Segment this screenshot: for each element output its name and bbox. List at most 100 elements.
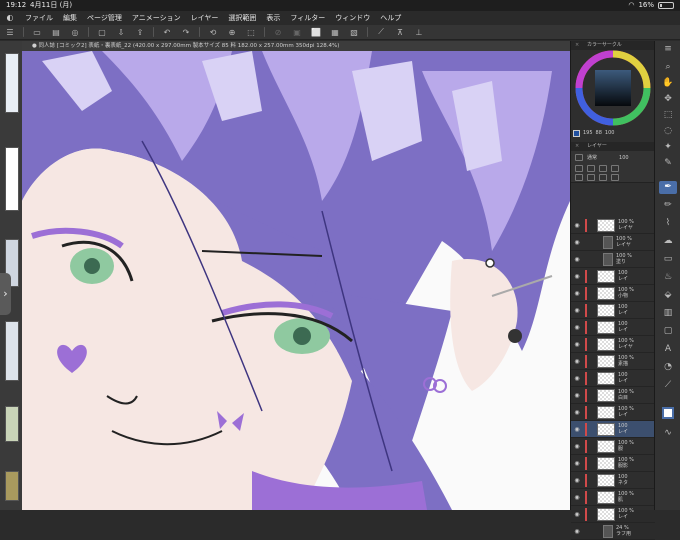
menu-view[interactable]: 表示: [261, 11, 285, 25]
clear-icon[interactable]: ⊘: [272, 27, 284, 38]
layer-folder[interactable]: ◉ 100 % レイヤ: [571, 234, 655, 251]
rotate-icon[interactable]: ⟲: [207, 27, 219, 38]
main-color-swatch[interactable]: [573, 129, 580, 137]
upload-icon[interactable]: ⇪: [134, 27, 146, 38]
layer-folder[interactable]: ◉ 24 % ラフ用: [571, 523, 655, 540]
page-thumbnail[interactable]: [5, 406, 19, 442]
menu-filter[interactable]: フィルター: [285, 11, 330, 25]
layer-row[interactable]: ◉ 100 % レイヤ: [571, 336, 655, 353]
layer-row[interactable]: ◉ 100 % 肌: [571, 489, 655, 506]
eye-icon[interactable]: ◉: [571, 494, 583, 501]
new-file-icon[interactable]: ▭: [31, 27, 43, 38]
eye-icon[interactable]: ◉: [571, 375, 583, 382]
layer-row[interactable]: ◉ 100 % 服影: [571, 455, 655, 472]
airbrush-icon[interactable]: ☁: [659, 235, 677, 248]
settings-icon[interactable]: ◎: [69, 27, 81, 38]
eye-icon[interactable]: ◉: [571, 443, 583, 450]
blend-mode-select[interactable]: 通常: [587, 154, 597, 161]
lock-icon[interactable]: [575, 165, 583, 172]
layer-row[interactable]: ◉ 100 % レイヤ: [571, 217, 655, 234]
eraser-icon[interactable]: ▭: [659, 253, 677, 266]
eye-icon[interactable]: ◉: [571, 307, 583, 314]
close-icon[interactable]: ×: [575, 41, 579, 50]
redo-icon[interactable]: ↷: [180, 27, 192, 38]
menu-window[interactable]: ウィンドウ: [330, 11, 375, 25]
document-tab[interactable]: ● 同人誌 [コミック2] 表紙・裏表紙_22 (420.00 x 297.00…: [22, 41, 570, 51]
open-file-icon[interactable]: ▤: [50, 27, 62, 38]
balloon-icon[interactable]: ◔: [659, 361, 677, 374]
line-correct-icon[interactable]: ⟋: [659, 379, 677, 392]
new-layer-icon[interactable]: [575, 174, 583, 181]
page-thumbnail[interactable]: [5, 53, 19, 113]
eye-icon[interactable]: ◉: [571, 358, 583, 365]
zoom-icon[interactable]: ⌕: [659, 61, 677, 74]
eye-icon[interactable]: ◉: [571, 392, 583, 399]
lasso-icon[interactable]: ◌: [659, 125, 677, 138]
eye-icon[interactable]: ◉: [571, 222, 583, 229]
grid-snap-icon[interactable]: ⊥: [413, 27, 425, 38]
export-icon[interactable]: ⇩: [115, 27, 127, 38]
eye-icon[interactable]: ◉: [571, 273, 583, 280]
fill-bucket-icon[interactable]: ⬙: [659, 289, 677, 302]
eye-icon[interactable]: ◉: [571, 290, 583, 297]
magic-wand-icon[interactable]: ✦: [659, 141, 677, 154]
page-thumbnail[interactable]: [5, 471, 19, 501]
menu-help[interactable]: ヘルプ: [375, 11, 406, 25]
layer-row[interactable]: ◉ 100 レイ: [571, 421, 655, 438]
strip-toggle-icon[interactable]: ›: [0, 273, 11, 315]
special-ruler-icon[interactable]: ⊼: [394, 27, 406, 38]
eye-icon[interactable]: ◉: [571, 528, 583, 535]
menu-page[interactable]: ページ管理: [82, 11, 127, 25]
gradient-icon[interactable]: ▥: [659, 307, 677, 320]
eye-icon[interactable]: ◉: [571, 324, 583, 331]
select-icon[interactable]: ⬚: [659, 109, 677, 122]
color-wheel[interactable]: [571, 50, 655, 128]
blend-icon[interactable]: ♨: [659, 271, 677, 284]
figure-icon[interactable]: ▢: [659, 325, 677, 338]
page-thumbnail[interactable]: [5, 147, 19, 211]
layer-property-icon[interactable]: [575, 154, 583, 161]
reference-icon[interactable]: [599, 165, 607, 172]
eye-icon[interactable]: ◉: [571, 477, 583, 484]
brush-icon[interactable]: ⌇: [659, 217, 677, 230]
eye-icon[interactable]: ◉: [571, 239, 583, 246]
panel-menu-icon[interactable]: ≡: [659, 43, 677, 56]
move-icon[interactable]: ✥: [659, 93, 677, 106]
drawing-canvas[interactable]: [22, 51, 570, 510]
eye-icon[interactable]: ◉: [571, 426, 583, 433]
menu-file[interactable]: ファイル: [20, 11, 58, 25]
menu-edit[interactable]: 編集: [58, 11, 82, 25]
fit-icon[interactable]: ⊕: [226, 27, 238, 38]
eye-icon[interactable]: ◉: [571, 256, 583, 263]
undo-icon[interactable]: ↶: [161, 27, 173, 38]
invert-selection-icon[interactable]: ▧: [348, 27, 360, 38]
ruler-snap-icon[interactable]: ⟋: [375, 27, 387, 38]
layer-row[interactable]: ◉ 100 % 白目: [571, 387, 655, 404]
layer-row[interactable]: ◉ 100 レイ: [571, 370, 655, 387]
layer-row[interactable]: ◉ 100 % レイ: [571, 506, 655, 523]
eye-icon[interactable]: ◉: [571, 409, 583, 416]
mask-icon[interactable]: [611, 165, 619, 172]
wave-icon[interactable]: ∿: [659, 427, 677, 440]
app-logo-icon[interactable]: ◐: [0, 11, 20, 25]
pencil-icon[interactable]: ✏: [659, 199, 677, 212]
layer-row[interactable]: ◉ 100 レイ: [571, 302, 655, 319]
layer-row[interactable]: ◉ 100 レイ: [571, 319, 655, 336]
clip-icon[interactable]: [587, 165, 595, 172]
deselect-icon[interactable]: ▦: [329, 27, 341, 38]
close-icon[interactable]: ×: [575, 142, 579, 151]
layer-row[interactable]: ◉ 100 % 素描: [571, 353, 655, 370]
page-thumbnail[interactable]: [5, 321, 19, 381]
eyedropper-icon[interactable]: ✎: [659, 157, 677, 170]
new-page-icon[interactable]: ▢: [96, 27, 108, 38]
merge-icon[interactable]: [599, 174, 607, 181]
hand-icon[interactable]: ✋: [659, 77, 677, 90]
eye-icon[interactable]: ◉: [571, 341, 583, 348]
selection-icon[interactable]: ⬜: [310, 27, 322, 38]
menu-animation[interactable]: アニメーション: [127, 11, 186, 25]
layer-row[interactable]: ◉ 100 % レイ: [571, 404, 655, 421]
menu-icon[interactable]: ☰: [4, 27, 16, 38]
color-swatch-icon[interactable]: [662, 407, 674, 419]
transform-icon[interactable]: ⬚: [245, 27, 257, 38]
menu-selection[interactable]: 選択範囲: [223, 11, 261, 25]
